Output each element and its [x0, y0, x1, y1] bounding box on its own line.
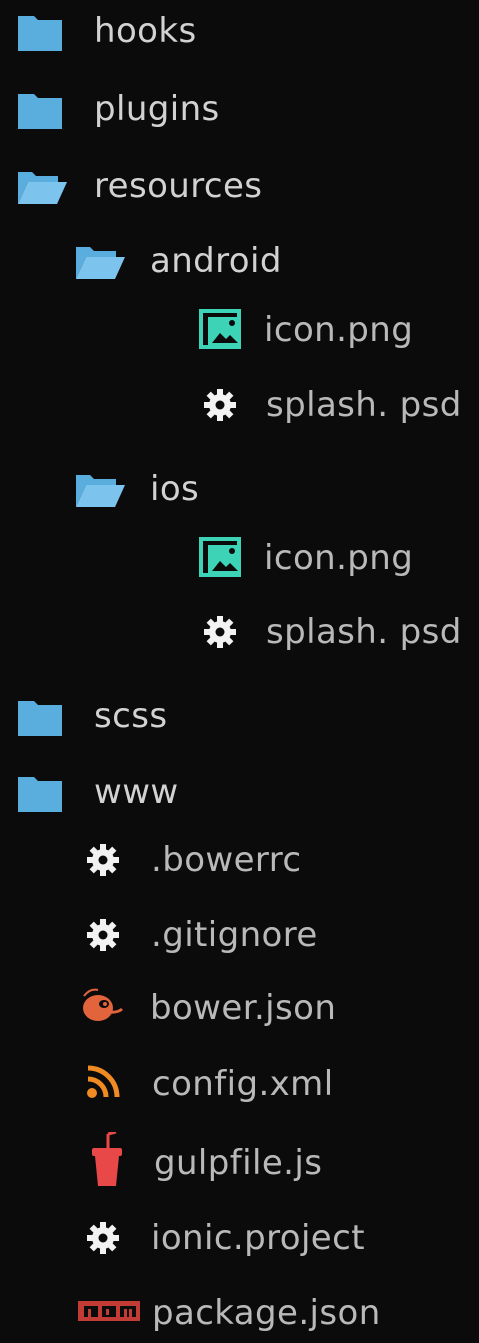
tree-item-label: www [94, 772, 179, 812]
folder-open-icon [16, 162, 68, 210]
tree-item-android[interactable]: android [74, 231, 282, 291]
tree-item-label: .gitignore [151, 915, 318, 955]
tree-item-ionic-project[interactable]: ionic.project [85, 1208, 365, 1268]
tree-item-icon-png[interactable]: icon.png [198, 528, 413, 588]
tree-item-label: hooks [94, 11, 197, 51]
tree-item-resources[interactable]: resources [16, 156, 262, 216]
image-icon [198, 533, 244, 583]
tree-item-label: android [150, 241, 282, 281]
folder-icon [16, 85, 64, 133]
tree-item-label: gulpfile.js [154, 1143, 323, 1183]
tree-item-scss[interactable]: scss [16, 686, 167, 746]
tree-item-label: resources [94, 166, 263, 206]
tree-item-label: splash. psd [266, 385, 462, 425]
gear-icon [85, 917, 121, 953]
gear-icon [202, 387, 238, 423]
tree-item-label: config.xml [152, 1064, 334, 1104]
tree-item-label: splash. psd [266, 612, 462, 652]
tree-item-label: scss [94, 696, 168, 736]
tree-item-label: icon.png [264, 310, 414, 350]
tree-item-plugins[interactable]: plugins [16, 79, 220, 139]
tree-item-bower-json[interactable]: bower.json [78, 978, 336, 1038]
tree-item-hooks[interactable]: hooks [16, 1, 197, 61]
folder-open-icon [74, 237, 126, 285]
file-tree: hooks plugins resources android icon.png… [0, 0, 479, 1331]
tree-item-package-json[interactable]: package.json [78, 1283, 381, 1343]
folder-icon [16, 768, 64, 816]
tree-item-label: bower.json [150, 988, 337, 1028]
gear-icon [202, 614, 238, 650]
tree-item-splash-psd[interactable]: splash. psd [202, 375, 462, 435]
tree-item-label: package.json [152, 1293, 381, 1333]
image-icon [198, 305, 244, 355]
folder-icon [16, 692, 64, 740]
tree-item-label: .bowerrc [151, 840, 302, 880]
gulp-icon [90, 1130, 124, 1194]
tree-item-label: icon.png [264, 538, 414, 578]
tree-item-label: plugins [94, 89, 220, 129]
folder-open-icon [74, 465, 126, 513]
tree-item-icon-png[interactable]: icon.png [198, 300, 413, 360]
tree-item-bowerrc[interactable]: .bowerrc [85, 830, 301, 890]
tree-item-label: ionic.project [151, 1218, 365, 1258]
npm-icon [78, 1301, 140, 1325]
tree-item-gitignore[interactable]: .gitignore [85, 905, 318, 965]
gear-icon [85, 1220, 121, 1256]
tree-item-ios[interactable]: ios [74, 459, 199, 519]
gear-icon [85, 842, 121, 878]
tree-item-www[interactable]: www [16, 762, 179, 822]
bower-icon [78, 986, 124, 1030]
tree-item-label: ios [150, 469, 200, 509]
tree-item-gulpfile-js[interactable]: gulpfile.js [90, 1130, 323, 1194]
rss-icon [84, 1063, 122, 1105]
folder-icon [16, 7, 64, 55]
tree-item-splash-psd[interactable]: splash. psd [202, 602, 462, 662]
tree-item-config-xml[interactable]: config.xml [84, 1054, 334, 1114]
